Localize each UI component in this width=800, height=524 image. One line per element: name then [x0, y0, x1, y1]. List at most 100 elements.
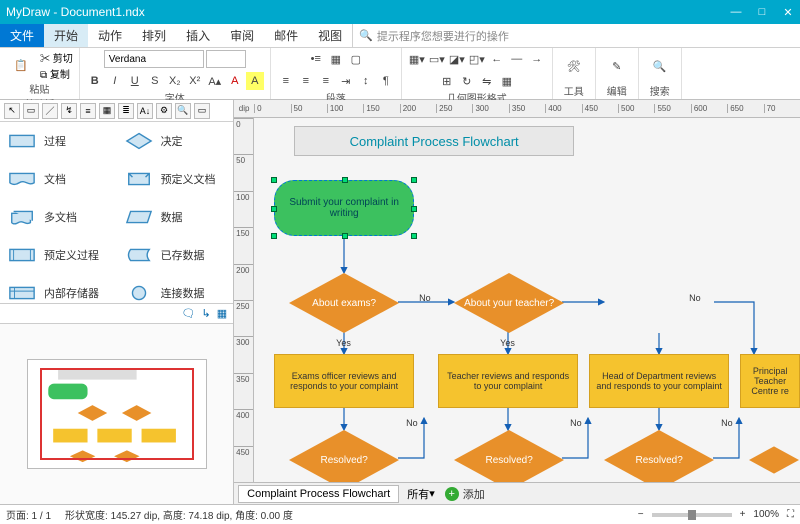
lt-rect[interactable]: ▭ [23, 103, 39, 119]
zoom-fit-button[interactable]: ⛶ [787, 509, 794, 520]
node-resolved-4[interactable] [749, 430, 799, 482]
zoom-slider[interactable] [652, 513, 732, 517]
node-resolved-1[interactable]: Resolved? [289, 430, 399, 482]
align-left-button[interactable]: ≡ [277, 72, 295, 90]
flowchart-title[interactable]: Complaint Process Flowchart [294, 126, 574, 156]
canvas-area: dip 050 100150 200250 300350 400450 5005… [234, 100, 800, 504]
palette-icon-2[interactable]: ↳ [202, 307, 211, 320]
edit-button[interactable]: ✎ [602, 52, 632, 82]
tools-button[interactable]: 🛠 [559, 52, 589, 82]
align-center-button[interactable]: ≡ [297, 72, 315, 90]
subscript-button[interactable]: X₂ [166, 72, 184, 90]
node-resolved-3[interactable]: Resolved? [604, 430, 714, 482]
menu-start[interactable]: 开始 [44, 24, 88, 47]
left-toolbar: ↖ ▭ ／ ↯ ≡ ▦ ≣ A↓ ⚙ 🔍 ▭ [0, 100, 233, 122]
maximize-button[interactable]: □ [756, 6, 768, 19]
zoom-out-button[interactable]: − [638, 509, 644, 520]
lt-list[interactable]: ≡ [80, 103, 96, 119]
snap-button[interactable]: ⊞ [438, 72, 456, 90]
node-teacher-review[interactable]: Teacher reviews and responds to your com… [438, 354, 578, 408]
search-placeholder: 提示程序您想要进行的操作 [377, 28, 509, 44]
bullets-button[interactable]: •≡ [307, 50, 325, 68]
node-principal-review[interactable]: Principal Teacher Centre re [740, 354, 800, 408]
rotate-button[interactable]: ↻ [458, 72, 476, 90]
sheet-tabs: Complaint Process Flowchart 所有 ▾ + 添加 [234, 482, 800, 504]
underline-button[interactable]: U [126, 72, 144, 90]
indent-button[interactable]: ⇥ [337, 72, 355, 90]
shape-predef-doc[interactable]: 预定义文档 [117, 160, 234, 198]
shape-process[interactable]: 过程 [0, 122, 117, 160]
lt-az[interactable]: A↓ [137, 103, 153, 119]
lt-find[interactable]: 🔍 [175, 103, 191, 119]
menu-action[interactable]: 动作 [88, 24, 132, 47]
shape-fill-button[interactable]: ▦▾ [408, 50, 426, 68]
shadow-button[interactable]: ◪▾ [448, 50, 466, 68]
lt-line[interactable]: ／ [42, 103, 58, 119]
menu-file[interactable]: 文件 [0, 24, 44, 47]
font-name-select[interactable]: Verdana [104, 50, 204, 68]
highlight-button[interactable]: A [246, 72, 264, 90]
shape-multidoc[interactable]: 多文档 [0, 198, 117, 236]
border-button[interactable]: ▢ [347, 50, 365, 68]
menu-arrange[interactable]: 排列 [132, 24, 176, 47]
shape-decision[interactable]: 决定 [117, 122, 234, 160]
linespace-button[interactable]: ↕ [357, 72, 375, 90]
cut-button[interactable]: ✂ 剪切 [40, 50, 73, 65]
shape-internal[interactable]: 内部存储器 [0, 274, 117, 304]
zoom-in-button[interactable]: + [740, 509, 746, 520]
arrow-line-button[interactable]: — [508, 50, 526, 68]
node-hod-review[interactable]: Head of Department reviews and responds … [589, 354, 729, 408]
canvas[interactable]: Complaint Process Flowchart Submit your … [254, 118, 800, 482]
node-submit[interactable]: Submit your complaint in writing [274, 180, 414, 236]
font-size-select[interactable] [206, 50, 246, 68]
node-resolved-2[interactable]: Resolved? [454, 430, 564, 482]
align-right-button[interactable]: ≡ [317, 72, 335, 90]
find-button[interactable]: 🔍 [645, 52, 675, 82]
superscript-button[interactable]: X² [186, 72, 204, 90]
menu-insert[interactable]: 插入 [176, 24, 220, 47]
menu-review[interactable]: 审阅 [220, 24, 264, 47]
fill-button[interactable]: ▦ [327, 50, 345, 68]
sheet-all[interactable]: 所有 [407, 486, 429, 502]
shape-data[interactable]: 数据 [117, 198, 234, 236]
shape-stored-data[interactable]: 已存数据 [117, 236, 234, 274]
sheet-tab-1[interactable]: Complaint Process Flowchart [238, 485, 399, 503]
arrow-end-button[interactable]: → [528, 50, 546, 68]
shape-document[interactable]: 文档 [0, 160, 117, 198]
menu-mail[interactable]: 邮件 [264, 24, 308, 47]
palette-icon-1[interactable]: 🗨 [182, 307, 196, 320]
page-thumbnail[interactable] [0, 324, 233, 505]
shape-predef-proc[interactable]: 预定义过程 [0, 236, 117, 274]
add-sheet-button[interactable]: + 添加 [445, 486, 485, 502]
ribbon-edit: ✎ 编辑 [596, 48, 639, 99]
palette-icon-3[interactable]: ▦ [217, 307, 227, 320]
node-about-teacher[interactable]: About your teacher? [454, 273, 564, 333]
lt-grid[interactable]: ▦ [99, 103, 115, 119]
flip-button[interactable]: ⇋ [478, 72, 496, 90]
corner-button[interactable]: ◰▾ [468, 50, 486, 68]
lt-filter[interactable]: ⚙ [156, 103, 172, 119]
paste-button[interactable]: 📋 [6, 51, 36, 81]
minimize-button[interactable]: — [730, 6, 742, 19]
node-exams-review[interactable]: Exams officer reviews and responds to yo… [274, 354, 414, 408]
bold-button[interactable]: B [86, 72, 104, 90]
lt-more[interactable]: ▭ [194, 103, 210, 119]
node-about-exams[interactable]: About exams? [289, 273, 399, 333]
group-button[interactable]: ▦ [498, 72, 516, 90]
shape-line-button[interactable]: ▭▾ [428, 50, 446, 68]
lt-conn[interactable]: ↯ [61, 103, 77, 119]
strike-button[interactable]: S [146, 72, 164, 90]
fontcolor-button[interactable]: A [226, 72, 244, 90]
close-button[interactable]: ✕ [782, 6, 794, 19]
help-search[interactable]: 🔍 提示程序您想要进行的操作 [352, 24, 800, 47]
menubar: 文件 开始 动作 排列 插入 审阅 邮件 视图 🔍 提示程序您想要进行的操作 [0, 24, 800, 48]
lt-pointer[interactable]: ↖ [4, 103, 20, 119]
menu-view[interactable]: 视图 [308, 24, 352, 47]
copy-button[interactable]: ⧉ 复制 [40, 66, 73, 81]
arrow-start-button[interactable]: ← [488, 50, 506, 68]
italic-button[interactable]: I [106, 72, 124, 90]
para-mark-button[interactable]: ¶ [377, 72, 395, 90]
shape-connector[interactable]: 连接数据 [117, 274, 234, 304]
lt-layers[interactable]: ≣ [118, 103, 134, 119]
font-grow-button[interactable]: A▴ [206, 72, 224, 90]
